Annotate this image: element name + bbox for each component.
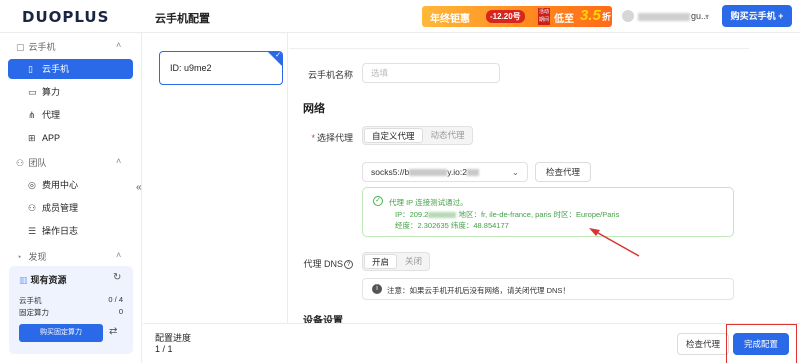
sidebar-item-cloud-phone[interactable]: ▯ 云手机 (8, 59, 133, 79)
promo-discount: 3.5 (580, 7, 601, 24)
finish-config-button[interactable]: 完成配置 (733, 333, 789, 355)
redacted-email (638, 12, 690, 21)
resources-title: ▥ 现有资源 (19, 275, 67, 285)
avatar[interactable] (622, 10, 634, 22)
dns-switch: 开启 关闭 (362, 252, 431, 271)
page-title: 云手机配置 (155, 13, 210, 25)
chevron-up-icon: ˄ (116, 156, 122, 166)
promo-banner[interactable]: 年终钜惠 -12.20号 活动期间 低至 3.5 折 (422, 6, 612, 27)
chevron-up-icon: ˄ (116, 40, 122, 50)
sidebar-item-members[interactable]: ⚇ 成员管理 (8, 198, 133, 218)
chevron-down-icon[interactable]: ▾ (705, 12, 709, 21)
collapse-sidebar-icon[interactable]: « (136, 182, 142, 193)
app-window: DUOPLUS 云手机配置 年终钜惠 -12.20号 活动期间 低至 3.5 折… (0, 0, 800, 363)
sidebar-item-logs[interactable]: ☰ 操作日志 (8, 221, 133, 241)
check-icon: ✓ (275, 52, 281, 59)
chevron-up-icon: ˄ (116, 250, 122, 260)
sidebar: ▢ 云手机 ˄ ▯ 云手机 ▭ 算力 ⋔ 代理 ⊞ APP ⚇ 团队 ˄ ◎ 费… (0, 33, 142, 363)
sidebar-item-billing[interactable]: ◎ 费用中心 (8, 175, 133, 195)
sidebar-group-discover[interactable]: ◔ 发现 ˄ (16, 250, 121, 263)
buy-cloud-phone-button[interactable]: 购买云手机 + (722, 5, 792, 27)
members-icon: ⚇ (28, 203, 37, 213)
dns-off-option[interactable]: 关闭 (398, 253, 429, 270)
progress-label: 配置进度 (155, 333, 192, 343)
dns-label: 代理 DNS? (289, 257, 353, 270)
sidebar-group-cloud-phone[interactable]: ▢ 云手机 ˄ (16, 40, 121, 53)
dns-warning: i 注意：如果云手机开机后没有网络，请关闭代理 DNS！ (362, 278, 734, 300)
user-email[interactable]: gu... (638, 11, 709, 21)
config-list: ID: u9me2 ✓ (143, 33, 288, 323)
log-icon: ☰ (28, 226, 37, 236)
logo: DUOPLUS (22, 8, 110, 26)
sidebar-item-app[interactable]: ⊞ APP (8, 128, 133, 148)
dns-on-option[interactable]: 开启 (364, 254, 398, 269)
phone-outline-icon: ▢ (16, 42, 25, 52)
bar-chart-icon: ▥ (19, 275, 28, 285)
buy-fixed-compute-button[interactable]: 购买固定算力 (19, 324, 103, 342)
proxy-icon: ⋔ (28, 110, 36, 120)
resource-row: 固定算力 0 (19, 307, 123, 317)
team-icon: ⚇ (16, 158, 25, 168)
progress-value: 1 / 1 (155, 344, 173, 354)
top-bar: DUOPLUS 云手机配置 年终钜惠 -12.20号 活动期间 低至 3.5 折… (0, 0, 800, 33)
promo-date-badge: -12.20号 (486, 10, 525, 23)
phone-icon: ▯ (28, 64, 33, 74)
device-card[interactable]: ID: u9me2 ✓ (159, 51, 283, 85)
device-section-title: 设备设置 (303, 316, 343, 323)
info-icon: i (372, 284, 382, 294)
compass-icon: ◔ (16, 252, 22, 262)
refresh-icon[interactable]: ↻ (113, 272, 121, 283)
grid-icon: ⊞ (28, 133, 36, 143)
monitor-icon: ▭ (28, 87, 37, 97)
coin-icon: ◎ (28, 180, 36, 190)
resources-card: ▥ 现有资源 ↻ 云手机 0 / 4 固定算力 0 购买固定算力 ⇄ (9, 266, 133, 354)
promo-discount-unit: 折 (602, 12, 612, 22)
config-form: 云手机名称 选填 网络 * 选择代理 自定义代理 动态代理 socks5://b y… (289, 33, 800, 323)
sidebar-item-compute[interactable]: ▭ 算力 (8, 82, 133, 102)
sidebar-item-proxy[interactable]: ⋔ 代理 (8, 105, 133, 125)
promo-text: 年终钜惠 (430, 14, 470, 25)
promo-tag: 活动期间 (538, 8, 550, 25)
swap-icon[interactable]: ⇄ (109, 326, 117, 337)
promo-text-low: 低至 (554, 14, 574, 25)
sidebar-group-team[interactable]: ⚇ 团队 ˄ (16, 156, 121, 169)
check-proxy-bottom-button[interactable]: 检查代理 (677, 333, 729, 355)
annotation-box: 完成配置 (726, 324, 797, 363)
bottom-bar: 配置进度 1 / 1 检查代理 完成配置 (143, 323, 800, 363)
help-icon[interactable]: ? (344, 260, 353, 270)
resource-row: 云手机 0 / 4 (19, 295, 123, 305)
